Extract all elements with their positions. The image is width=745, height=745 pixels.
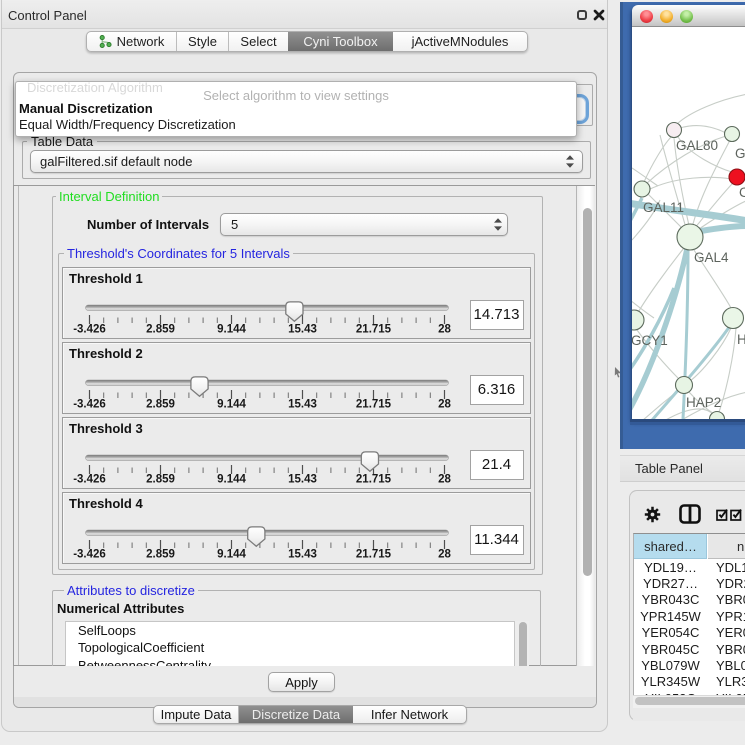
svg-text:2.859: 2.859 (146, 474, 175, 486)
svg-text:GAL4: GAL4 (694, 250, 729, 265)
svg-text:21.715: 21.715 (356, 474, 392, 486)
svg-text:-3.426: -3.426 (73, 324, 106, 336)
svg-text:HAP2: HAP2 (686, 395, 721, 410)
svg-text:2.859: 2.859 (146, 324, 175, 336)
svg-text:21.715: 21.715 (356, 549, 392, 561)
svg-text:GA: GA (735, 146, 745, 161)
svg-text:-3.426: -3.426 (73, 399, 106, 411)
svg-text:-3.426: -3.426 (73, 474, 106, 486)
svg-text:28: 28 (438, 399, 451, 411)
svg-text:21.715: 21.715 (356, 324, 392, 336)
svg-text:21.715: 21.715 (356, 399, 392, 411)
svg-text:9.144: 9.144 (217, 399, 246, 411)
svg-text:28: 28 (438, 324, 451, 336)
svg-text:15.43: 15.43 (288, 399, 317, 411)
svg-text:GAL11: GAL11 (643, 200, 684, 215)
svg-text:-3.426: -3.426 (73, 549, 106, 561)
svg-text:C: C (739, 185, 745, 200)
svg-text:9.144: 9.144 (217, 549, 246, 561)
svg-text:9.144: 9.144 (217, 474, 246, 486)
svg-text:15.43: 15.43 (288, 324, 317, 336)
svg-text:28: 28 (438, 549, 451, 561)
svg-text:2.859: 2.859 (146, 399, 175, 411)
svg-text:9.144: 9.144 (217, 324, 246, 336)
svg-text:GAL80: GAL80 (676, 138, 718, 153)
svg-text:H: H (737, 332, 745, 347)
svg-text:15.43: 15.43 (288, 549, 317, 561)
svg-text:15.43: 15.43 (288, 474, 317, 486)
svg-text:GCY1: GCY1 (632, 333, 668, 348)
svg-text:2.859: 2.859 (146, 549, 175, 561)
svg-text:28: 28 (438, 474, 451, 486)
